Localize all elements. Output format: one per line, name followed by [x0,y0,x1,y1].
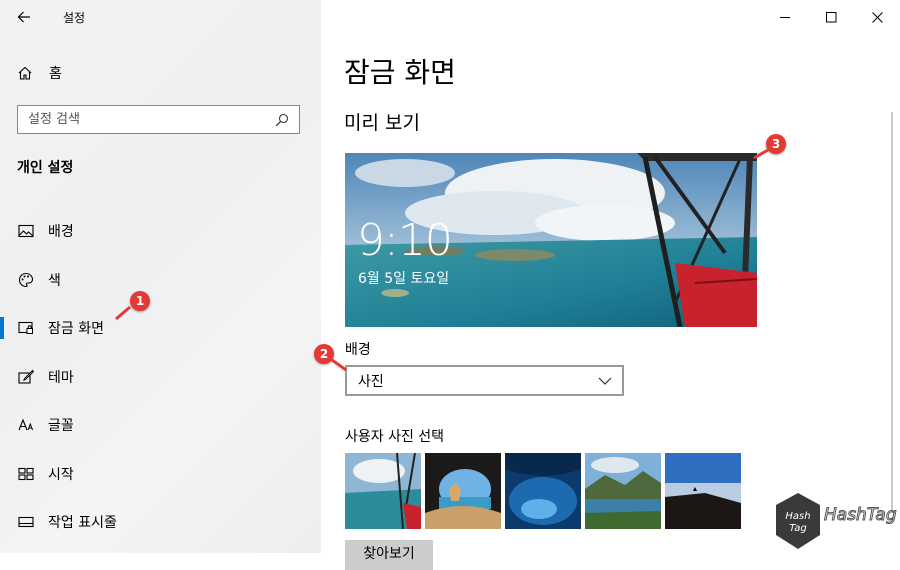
palette-icon [17,271,35,289]
sidebar-item-label: 작업 표시줄 [48,515,117,532]
home-nav-item[interactable]: 홈 [0,58,321,88]
sidebar-nav: 배경 색 잠금 화면 테마 글꼴 시작 작업 표시줄 [0,207,321,547]
scrollbar[interactable] [891,112,893,512]
background-label: 배경 [345,342,371,358]
maximize-icon [825,11,836,22]
chevron-down-icon [598,374,612,388]
home-label: 홈 [49,66,62,82]
app-title: 설정 [63,11,86,25]
sidebar: 설정 홈 개인 설정 배경 색 잠금 화면 [0,0,321,553]
preview-date: 6월 5일 토요일 [358,271,450,287]
search-box[interactable] [17,105,300,134]
maximize-button[interactable] [808,0,854,34]
font-icon [17,416,35,434]
annotation-arrow-2 [331,358,347,372]
sidebar-item-label: 글꼴 [48,418,74,435]
watermark-badge-icon: Hash Tag [776,493,820,549]
title-bar: 설정 [0,0,321,34]
page-title: 잠금 화면 [344,56,456,89]
image-icon [17,222,35,240]
sidebar-item-label: 배경 [48,224,74,241]
watermark-badge-top: Hash [785,511,810,522]
annotation-arrow-1 [115,305,131,321]
search-icon[interactable] [275,111,293,129]
close-button[interactable] [854,0,900,34]
start-grid-icon [17,465,35,483]
photo-thumbnail[interactable] [425,453,501,529]
photo-thumbnail[interactable] [665,453,741,529]
main-content: 잠금 화면 미리 보기 9:10 6월 5일 토요일 배경 사진 사용자 사진 … [321,0,900,570]
photo-thumbnail[interactable] [585,453,661,529]
photo-thumbnails [345,453,741,529]
home-icon [17,64,35,82]
sidebar-item-background[interactable]: 배경 [0,207,321,256]
annotation-badge-1: 1 [130,291,150,311]
section-title: 개인 설정 [17,160,74,176]
sidebar-item-start[interactable]: 시작 [0,450,321,499]
choose-photo-label: 사용자 사진 선택 [345,429,445,445]
window-controls [762,0,900,34]
sidebar-item-fonts[interactable]: 글꼴 [0,401,321,450]
watermark-badge-bottom: Tag [789,523,807,534]
annotation-arrow-3 [753,148,769,160]
close-icon [871,11,883,23]
preview-title: 미리 보기 [344,112,420,134]
sidebar-item-lock-screen[interactable]: 잠금 화면 [0,304,321,353]
hashtag-watermark: Hash Tag HashTag [774,491,900,553]
browse-button[interactable]: 찾아보기 [345,540,433,570]
sidebar-item-label: 색 [48,272,61,289]
watermark-text: HashTag [824,505,898,526]
sidebar-item-taskbar[interactable]: 작업 표시줄 [0,498,321,547]
sidebar-item-label: 잠금 화면 [48,321,104,338]
back-arrow-icon [17,11,30,23]
theme-brush-icon [17,368,35,386]
back-button[interactable] [10,4,38,30]
background-dropdown[interactable]: 사진 [345,365,624,396]
photo-thumbnail[interactable] [345,453,421,529]
lock-screen-icon [17,319,35,337]
background-dropdown-value: 사진 [358,373,384,390]
search-input[interactable] [18,111,275,128]
sidebar-item-label: 시작 [48,466,74,483]
lock-screen-preview: 9:10 6월 5일 토요일 [345,153,757,327]
taskbar-icon [17,513,35,531]
minimize-icon [779,16,790,18]
sidebar-item-label: 테마 [48,369,74,386]
sidebar-item-theme[interactable]: 테마 [0,353,321,402]
photo-thumbnail[interactable] [505,453,581,529]
minimize-button[interactable] [762,0,808,34]
sidebar-item-color[interactable]: 색 [0,256,321,305]
preview-clock: 9:10 [357,215,453,266]
